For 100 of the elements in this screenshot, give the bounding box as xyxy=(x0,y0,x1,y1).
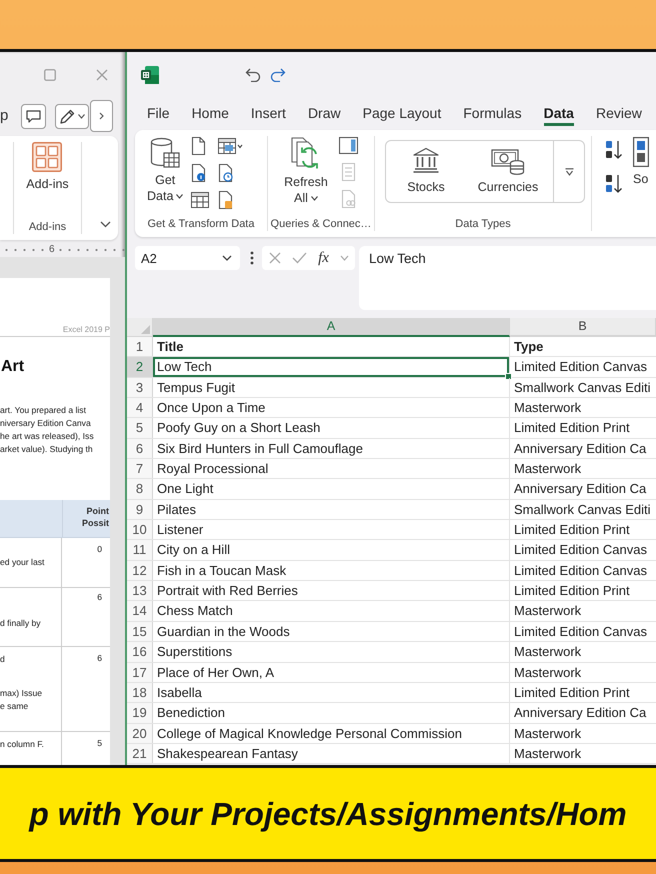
editing-button[interactable] xyxy=(55,104,89,128)
table-cell: Isabella xyxy=(153,682,510,702)
group-label: Get & Transform Data xyxy=(146,218,256,231)
table-cell-text: Masterwork xyxy=(513,724,582,743)
chevron-down-icon[interactable] xyxy=(100,221,111,228)
row-header[interactable]: 7 xyxy=(127,459,153,478)
banknote-coins-icon xyxy=(491,147,525,175)
refresh-all-button[interactable]: Refresh All xyxy=(282,136,330,218)
column-header[interactable]: A xyxy=(153,318,510,337)
sort-button[interactable]: So xyxy=(633,136,649,231)
check-icon[interactable] xyxy=(292,252,308,264)
table-cell: Tempus Fugit xyxy=(153,378,510,398)
table-cell: Benediction xyxy=(153,703,510,723)
group-label: Add-ins xyxy=(28,220,66,234)
group-label: Queries & Connec… xyxy=(270,218,372,231)
table-icon[interactable] xyxy=(191,192,210,208)
ribbon-tab[interactable]: Review xyxy=(596,100,642,126)
tab-label[interactable]: p xyxy=(0,107,10,125)
insert-function-button[interactable]: fx xyxy=(318,249,329,267)
file-clock-icon[interactable] xyxy=(218,164,234,182)
ribbon-tab[interactable]: Home xyxy=(192,100,229,126)
table-cell: Poofy Guy on a Short Leash xyxy=(153,418,510,438)
table-cell-text: Type xyxy=(513,338,544,356)
row-header[interactable]: 13 xyxy=(127,581,153,600)
spreadsheet-logo-icon[interactable] xyxy=(140,65,160,85)
table-cell: Portrait with Red Berries xyxy=(153,581,510,600)
table-cell-text: Masterwork xyxy=(513,602,582,620)
text-file-icon[interactable] xyxy=(191,137,206,155)
side-panel-icon[interactable] xyxy=(339,137,358,154)
row-header[interactable]: 14 xyxy=(127,601,153,621)
row-header[interactable]: 20 xyxy=(127,724,153,743)
pencil-icon xyxy=(59,108,76,124)
table-cell: Guardian in the Woods xyxy=(153,622,510,642)
row-header[interactable]: 3 xyxy=(127,378,153,398)
table-cell: Low Tech xyxy=(153,357,510,377)
ribbon-tab[interactable]: Data xyxy=(544,100,574,126)
row-header[interactable]: 8 xyxy=(127,479,153,499)
bank-icon xyxy=(412,147,440,173)
table-cell: Fish in a Toucan Mask xyxy=(153,560,510,580)
column-heading: Point Possit xyxy=(80,505,110,530)
fill-handle[interactable] xyxy=(505,372,512,380)
row-header[interactable]: 15 xyxy=(127,622,153,642)
table-cell: City on a Hill xyxy=(153,540,510,560)
file-badge-icon[interactable] xyxy=(218,191,234,209)
row-header[interactable]: 10 xyxy=(127,520,153,540)
comment-button[interactable] xyxy=(21,104,46,128)
row-header[interactable]: 2 xyxy=(127,357,153,377)
table-cell-text: Limited Edition Canvas xyxy=(513,358,648,376)
name-box[interactable]: A2 xyxy=(135,246,240,270)
row-header[interactable]: 4 xyxy=(127,398,153,418)
formula-input[interactable]: Low Tech xyxy=(359,246,656,310)
row-header[interactable]: 17 xyxy=(127,662,153,682)
row-header[interactable]: 21 xyxy=(127,744,153,764)
table-cell: College of Magical Knowledge Personal Commission xyxy=(153,724,510,743)
table-cell-text: Anniversary Edition Ca xyxy=(513,440,648,458)
file-info-icon[interactable] xyxy=(191,164,206,182)
caret-icon xyxy=(176,194,184,198)
ribbon-tab[interactable]: Formulas xyxy=(463,100,522,126)
table-dropdown-icon[interactable] xyxy=(218,138,244,154)
table-cell-text: Masterwork xyxy=(513,643,582,662)
gallery-item[interactable]: Stocks xyxy=(386,141,466,202)
table-cell: Place of Her Own, A xyxy=(153,662,510,682)
caret-icon xyxy=(564,168,574,176)
ribbon-tab[interactable]: Insert xyxy=(250,100,286,126)
column-header[interactable]: B xyxy=(510,318,656,337)
table-cell-text: Anniversary Edition Ca xyxy=(513,704,648,722)
undo-icon[interactable] xyxy=(245,68,261,82)
table-cell-text: Limited Edition Canvas xyxy=(513,541,648,560)
row-header[interactable]: 12 xyxy=(127,560,153,580)
table-cell-text: Masterwork xyxy=(513,399,582,418)
redo-icon[interactable] xyxy=(270,68,286,82)
row-header[interactable]: 5 xyxy=(127,418,153,438)
banner-text: p with Your Projects/Assignments/Hom xyxy=(29,796,627,832)
row-header[interactable]: 18 xyxy=(127,682,153,702)
ribbon-tab[interactable]: Page Layout xyxy=(362,100,442,126)
table-cell: Shakespearean Fantasy xyxy=(153,744,510,764)
paragraph-text: art. You prepared a list niversary Edition Canva he art was released), Iss arket value). Studying th xyxy=(0,404,95,456)
row-header[interactable]: 19 xyxy=(127,703,153,723)
table-cell-text: d finally by xyxy=(0,617,42,630)
table-cell-text: Limited Edition Print xyxy=(513,419,631,438)
table-cell-text: ed your last xyxy=(0,556,46,569)
table-cell-text: n column F. xyxy=(0,738,45,751)
row-header[interactable]: 16 xyxy=(127,642,153,662)
ribbon-tab[interactable]: File xyxy=(147,100,170,126)
sort-ascending-icon[interactable] xyxy=(605,140,623,160)
table-cell: Pilates xyxy=(153,500,510,520)
triangle-icon xyxy=(141,325,150,334)
get-data-button[interactable]: Get Data xyxy=(147,136,184,218)
more-options-icon[interactable] xyxy=(250,251,254,265)
add-ins-button[interactable]: Add-ins xyxy=(26,142,69,191)
row-header[interactable]: 11 xyxy=(127,540,153,560)
ribbon-tab[interactable]: Draw xyxy=(308,100,341,126)
table-cell: One Light xyxy=(153,479,510,499)
gallery-item[interactable]: Currencies xyxy=(466,141,550,202)
table-cell-text: Limited Edition Canvas xyxy=(513,562,648,580)
database-table-icon xyxy=(150,137,180,169)
row-header[interactable]: 1 xyxy=(127,337,153,356)
row-header[interactable]: 6 xyxy=(127,438,153,458)
row-header[interactable]: 9 xyxy=(127,500,153,520)
sort-descending-icon[interactable] xyxy=(605,174,623,194)
